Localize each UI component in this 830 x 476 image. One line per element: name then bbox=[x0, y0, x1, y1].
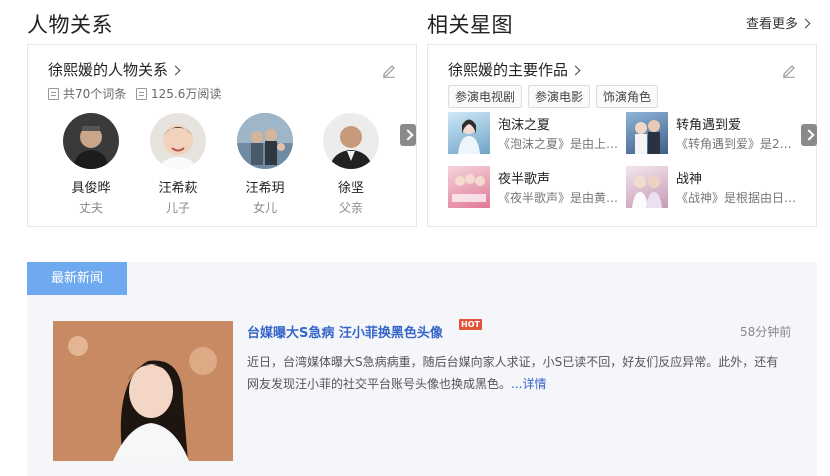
avatar bbox=[323, 113, 379, 169]
entries-count: 共70个词条 bbox=[48, 85, 126, 102]
chevron-right-icon bbox=[570, 65, 581, 76]
person-relation: 丈夫 bbox=[78, 201, 103, 215]
news-tab[interactable]: 最新新闻 bbox=[27, 262, 127, 295]
work-title: 战神 bbox=[676, 172, 703, 187]
avatar bbox=[237, 113, 293, 169]
work-poster bbox=[448, 166, 490, 208]
work-desc: 《转角遇到爱》是2… bbox=[676, 137, 792, 151]
relations-section-title: 人物关系 bbox=[27, 13, 113, 37]
see-more-label: 查看更多 bbox=[746, 17, 799, 32]
news-summary: 近日，台湾媒体曝大S急病病重，随后台媒向家人求证，小S已读不回，好友们反应异常。… bbox=[247, 351, 782, 395]
read-count-label: 125.6万阅读 bbox=[151, 87, 222, 101]
work-desc: 《泡沫之夏》是由上… bbox=[498, 137, 619, 151]
work-item[interactable]: 夜半歌声 《夜半歌声》是由黄… bbox=[448, 166, 628, 210]
chevron-right-icon bbox=[170, 65, 181, 76]
entries-count-label: 共70个词条 bbox=[63, 87, 127, 101]
chevron-right-icon bbox=[800, 18, 811, 29]
relations-card: 徐熙媛的人物关系 共70个词条 125.6万阅读 具俊晔 丈夫 汪希萩 儿子 汪… bbox=[27, 44, 417, 227]
news-time: 58分钟前 bbox=[740, 325, 792, 339]
news-headline[interactable]: 台媒曝大S急病 汪小菲换黑色头像 bbox=[247, 322, 443, 341]
person-name: 汪希萩 bbox=[158, 181, 198, 196]
work-desc: 《夜半歌声》是由黄… bbox=[498, 191, 619, 205]
avatar bbox=[63, 113, 119, 169]
works-card-title-link[interactable]: 徐熙媛的主要作品 bbox=[448, 59, 581, 80]
work-title: 夜半歌声 bbox=[498, 172, 551, 187]
work-title: 泡沫之夏 bbox=[498, 118, 551, 133]
work-item[interactable]: 转角遇到爱 《转角遇到爱》是2… bbox=[626, 112, 806, 156]
works-card: 徐熙媛的主要作品 参演电视剧 参演电影 饰演角色 泡沫之夏 《泡沫之夏》是由上…… bbox=[427, 44, 817, 227]
edit-icon[interactable] bbox=[781, 62, 797, 78]
works-card-title: 徐熙媛的主要作品 bbox=[448, 61, 569, 79]
person-name: 具俊晔 bbox=[71, 181, 111, 196]
book-icon bbox=[136, 87, 147, 100]
news-image[interactable] bbox=[53, 321, 233, 461]
person-item[interactable]: 汪希萩 儿子 bbox=[143, 113, 213, 216]
relations-card-title-link[interactable]: 徐熙媛的人物关系 bbox=[48, 59, 181, 80]
person-item[interactable]: 具俊晔 丈夫 bbox=[56, 113, 126, 216]
work-poster bbox=[626, 166, 668, 208]
tag-movies[interactable]: 参演电影 bbox=[528, 85, 591, 108]
relations-next-arrow[interactable] bbox=[400, 124, 416, 146]
document-icon bbox=[48, 87, 59, 100]
edit-icon[interactable] bbox=[381, 62, 397, 78]
works-next-arrow[interactable] bbox=[801, 124, 817, 146]
avatar bbox=[150, 113, 206, 169]
work-item[interactable]: 战神 《战神》是根据由日… bbox=[626, 166, 806, 210]
work-desc: 《战神》是根据由日… bbox=[676, 191, 797, 205]
relations-card-title: 徐熙媛的人物关系 bbox=[48, 61, 169, 79]
stars-section-title: 相关星图 bbox=[427, 13, 513, 37]
read-count: 125.6万阅读 bbox=[136, 85, 221, 102]
work-poster bbox=[626, 112, 668, 154]
see-more-link[interactable]: 查看更多 bbox=[746, 13, 811, 32]
tag-tv-series[interactable]: 参演电视剧 bbox=[448, 85, 523, 108]
person-relation: 父亲 bbox=[338, 201, 363, 215]
work-poster bbox=[448, 112, 490, 154]
tag-roles[interactable]: 饰演角色 bbox=[596, 85, 659, 108]
work-title: 转角遇到爱 bbox=[676, 118, 742, 133]
news-detail-link[interactable]: ...详情 bbox=[511, 377, 546, 391]
person-item[interactable]: 徐坚 父亲 bbox=[316, 113, 386, 216]
person-relation: 儿子 bbox=[165, 201, 190, 215]
news-section: 最新新闻 台媒曝大S急病 汪小菲换黑色头像 HOT 58分钟前 近日，台湾媒体曝… bbox=[27, 262, 817, 476]
person-relation: 女儿 bbox=[252, 201, 277, 215]
person-name: 徐坚 bbox=[337, 181, 364, 196]
person-item[interactable]: 汪希玥 女儿 bbox=[230, 113, 300, 216]
work-item[interactable]: 泡沫之夏 《泡沫之夏》是由上… bbox=[448, 112, 628, 156]
person-name: 汪希玥 bbox=[245, 181, 285, 196]
hot-badge: HOT bbox=[459, 319, 482, 330]
